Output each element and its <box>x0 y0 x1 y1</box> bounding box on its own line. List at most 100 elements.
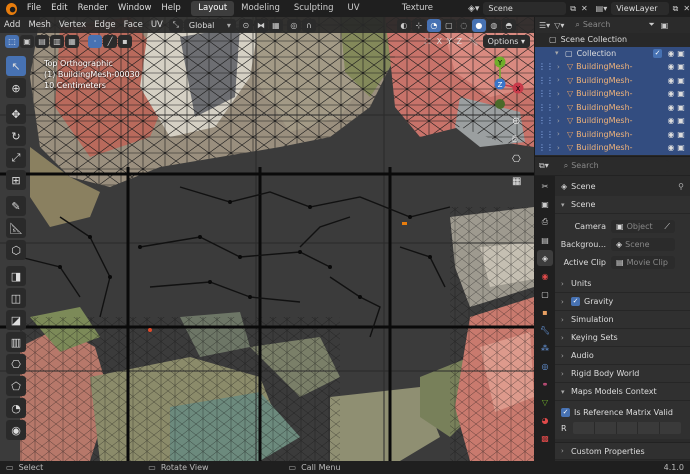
knife-tool-icon[interactable]: ⎔ <box>6 354 26 374</box>
menu-render[interactable]: Render <box>73 0 113 17</box>
outliner-scene-collection[interactable]: ▢ Scene Collection <box>535 33 690 47</box>
outliner-item[interactable]: ⋮⋮ › ▽ BuildingMesh- ◉ ▣ <box>535 100 690 114</box>
edge-select-icon[interactable]: ╱ <box>103 35 117 48</box>
texture-tab-icon[interactable]: ▩ <box>537 430 553 446</box>
outliner-collection[interactable]: ▾ ▢ Collection ✓ ◉ ▣ <box>535 46 690 60</box>
pin-icon[interactable]: ⚲ <box>678 182 684 191</box>
outliner-item[interactable]: ⋮⋮ › ▽ BuildingMesh- ◉ ▣ <box>535 141 690 155</box>
panel-rigid-body-world[interactable]: › Rigid Body World <box>555 365 690 383</box>
outliner-item[interactable]: ⋮⋮ › ▽ BuildingMesh- ◉ ▣ <box>535 127 690 141</box>
is-reference-checkbox[interactable]: ✓ <box>561 407 570 417</box>
collection-tab-icon[interactable]: ▢ <box>537 286 553 302</box>
copy-icon[interactable]: ⧉ <box>570 4 576 14</box>
close-icon[interactable]: ✕ <box>581 4 588 13</box>
modifier-tab-icon[interactable]: 🔧︎ <box>537 322 553 338</box>
axis-z-toggle[interactable]: Z <box>454 37 464 46</box>
select-mode-icon[interactable]: ▤ <box>35 35 49 48</box>
overlays-icon[interactable]: ◔ <box>426 18 441 32</box>
chevron-right-icon[interactable]: › <box>557 76 567 84</box>
camera-icon[interactable]: ▣ <box>676 89 686 98</box>
axis-x-toggle[interactable]: X <box>434 37 444 46</box>
tool-tab-icon[interactable]: ✂ <box>537 178 553 194</box>
mirror-axes-icon[interactable]: ⛶ <box>425 37 431 47</box>
scene-icon[interactable]: ◈▾ <box>468 4 479 14</box>
panel-units[interactable]: › Units <box>555 275 690 293</box>
outliner-search-input[interactable]: ⌕ Search <box>570 19 643 31</box>
camera-icon[interactable]: ▣ <box>676 76 686 85</box>
physics-tab-icon[interactable]: ◎ <box>537 358 553 374</box>
pan-hand-icon[interactable]: ✋︎ <box>512 134 518 145</box>
options-dropdown[interactable]: Options ▾ <box>482 35 530 48</box>
panel-keying-sets[interactable]: › Keying Sets <box>555 329 690 347</box>
filter-icon[interactable]: ▽▾ <box>554 21 564 30</box>
eye-icon[interactable]: ◉ <box>666 49 676 58</box>
funnel-icon[interactable]: ⏷ <box>648 20 654 30</box>
shading-wireframe-icon[interactable]: ◌ <box>456 18 471 32</box>
transform-orientation-icon[interactable]: ⤡ <box>168 18 183 32</box>
viewport-gizmo-icon[interactable]: ⊹ <box>411 18 426 32</box>
menu-vertex[interactable]: Vertex <box>55 20 90 30</box>
spin-tool-icon[interactable]: ◔ <box>6 398 26 418</box>
chevron-right-icon[interactable]: › <box>557 144 567 152</box>
menu-help[interactable]: Help <box>156 0 185 17</box>
panel-gravity[interactable]: › ✓ Gravity <box>555 293 690 311</box>
eye-icon[interactable]: ◉ <box>666 62 676 71</box>
face-select-icon[interactable]: ▪ <box>118 35 132 48</box>
outliner-item[interactable]: ⋮⋮ › ▽ BuildingMesh- ◉ ▣ <box>535 60 690 74</box>
panel-custom-properties[interactable]: › Custom Properties <box>555 442 690 460</box>
snap-icon[interactable]: ⧓ <box>253 18 268 32</box>
particles-tab-icon[interactable]: ⁂ <box>537 340 553 356</box>
eye-icon[interactable]: ◉ <box>666 143 676 152</box>
bevel-tool-icon[interactable]: ◪ <box>6 310 26 330</box>
close-icon[interactable]: ✕ <box>683 4 690 13</box>
properties-editor-icon[interactable]: ⧉▾ <box>539 161 549 171</box>
shading-rendered-icon[interactable]: ◓ <box>501 18 516 32</box>
axis-gizmo[interactable]: Y Z X <box>470 52 530 112</box>
pivot-icon[interactable]: ⊙ <box>238 18 253 32</box>
camera-icon[interactable]: ▣ <box>676 62 686 71</box>
annotate-tool-icon[interactable]: ✎ <box>6 196 26 216</box>
navigation-gizmo[interactable]: Y Z X <box>470 52 530 112</box>
panel-audio[interactable]: › Audio <box>555 347 690 365</box>
axis-y-toggle[interactable]: Y <box>444 37 454 46</box>
eye-icon[interactable]: ◉ <box>666 130 676 139</box>
menu-mesh[interactable]: Mesh <box>24 20 54 30</box>
transform-tool-icon[interactable]: ⊞ <box>6 170 26 190</box>
tab-texture-paint[interactable]: Texture Paint <box>395 1 459 28</box>
eye-icon[interactable]: ◉ <box>666 89 676 98</box>
eye-icon[interactable]: ◉ <box>666 116 676 125</box>
outliner-editor-icon[interactable]: ☰▾ <box>539 21 550 30</box>
chevron-right-icon[interactable]: › <box>557 103 567 111</box>
world-tab-icon[interactable]: ◉ <box>537 268 553 284</box>
camera-field[interactable]: ▣ Object ⟋ <box>611 219 675 233</box>
menu-face[interactable]: Face <box>120 20 147 30</box>
tab-layout[interactable]: Layout <box>191 1 235 16</box>
chevron-right-icon[interactable]: › <box>557 63 567 71</box>
rotate-tool-icon[interactable]: ↻ <box>6 126 26 146</box>
select-mode-icon[interactable]: ▣ <box>20 35 34 48</box>
measure-tool-icon[interactable]: 📐︎ <box>6 218 26 238</box>
vertex-select-icon[interactable]: · <box>88 35 102 48</box>
tab-modeling[interactable]: Modeling <box>234 1 287 16</box>
cursor-tool-icon[interactable]: ⊕ <box>6 78 26 98</box>
object-tab-icon[interactable]: ▪ <box>537 304 553 320</box>
camera-view-icon[interactable]: ⎔ <box>512 154 521 165</box>
camera-icon[interactable]: ▣ <box>676 143 686 152</box>
inset-tool-icon[interactable]: ◫ <box>6 288 26 308</box>
chevron-right-icon[interactable]: › <box>557 117 567 125</box>
panel-simulation[interactable]: › Simulation <box>555 311 690 329</box>
viewlayer-icon[interactable]: ▤▾ <box>596 4 608 13</box>
gravity-checkbox[interactable]: ✓ <box>571 297 580 306</box>
copy-icon[interactable]: ⧉ <box>673 4 679 14</box>
tab-uv-editing[interactable]: UV Editing <box>341 1 395 28</box>
menu-file[interactable]: File <box>22 0 46 17</box>
outliner-item[interactable]: ⋮⋮ › ▽ BuildingMesh- ◉ ▣ <box>535 73 690 87</box>
constraints-tab-icon[interactable]: ⚭ <box>537 376 553 392</box>
extrude-tool-icon[interactable]: ◨ <box>6 266 26 286</box>
visibility-icon[interactable]: ◐ <box>396 18 411 32</box>
panel-scene[interactable]: ▾ Scene <box>555 196 690 214</box>
shading-solid-icon[interactable]: ● <box>471 18 486 32</box>
view-layer-tab-icon[interactable]: ▤ <box>537 232 553 248</box>
r-matrix-field[interactable] <box>573 422 681 434</box>
scene-selector[interactable]: Scene <box>483 2 567 15</box>
